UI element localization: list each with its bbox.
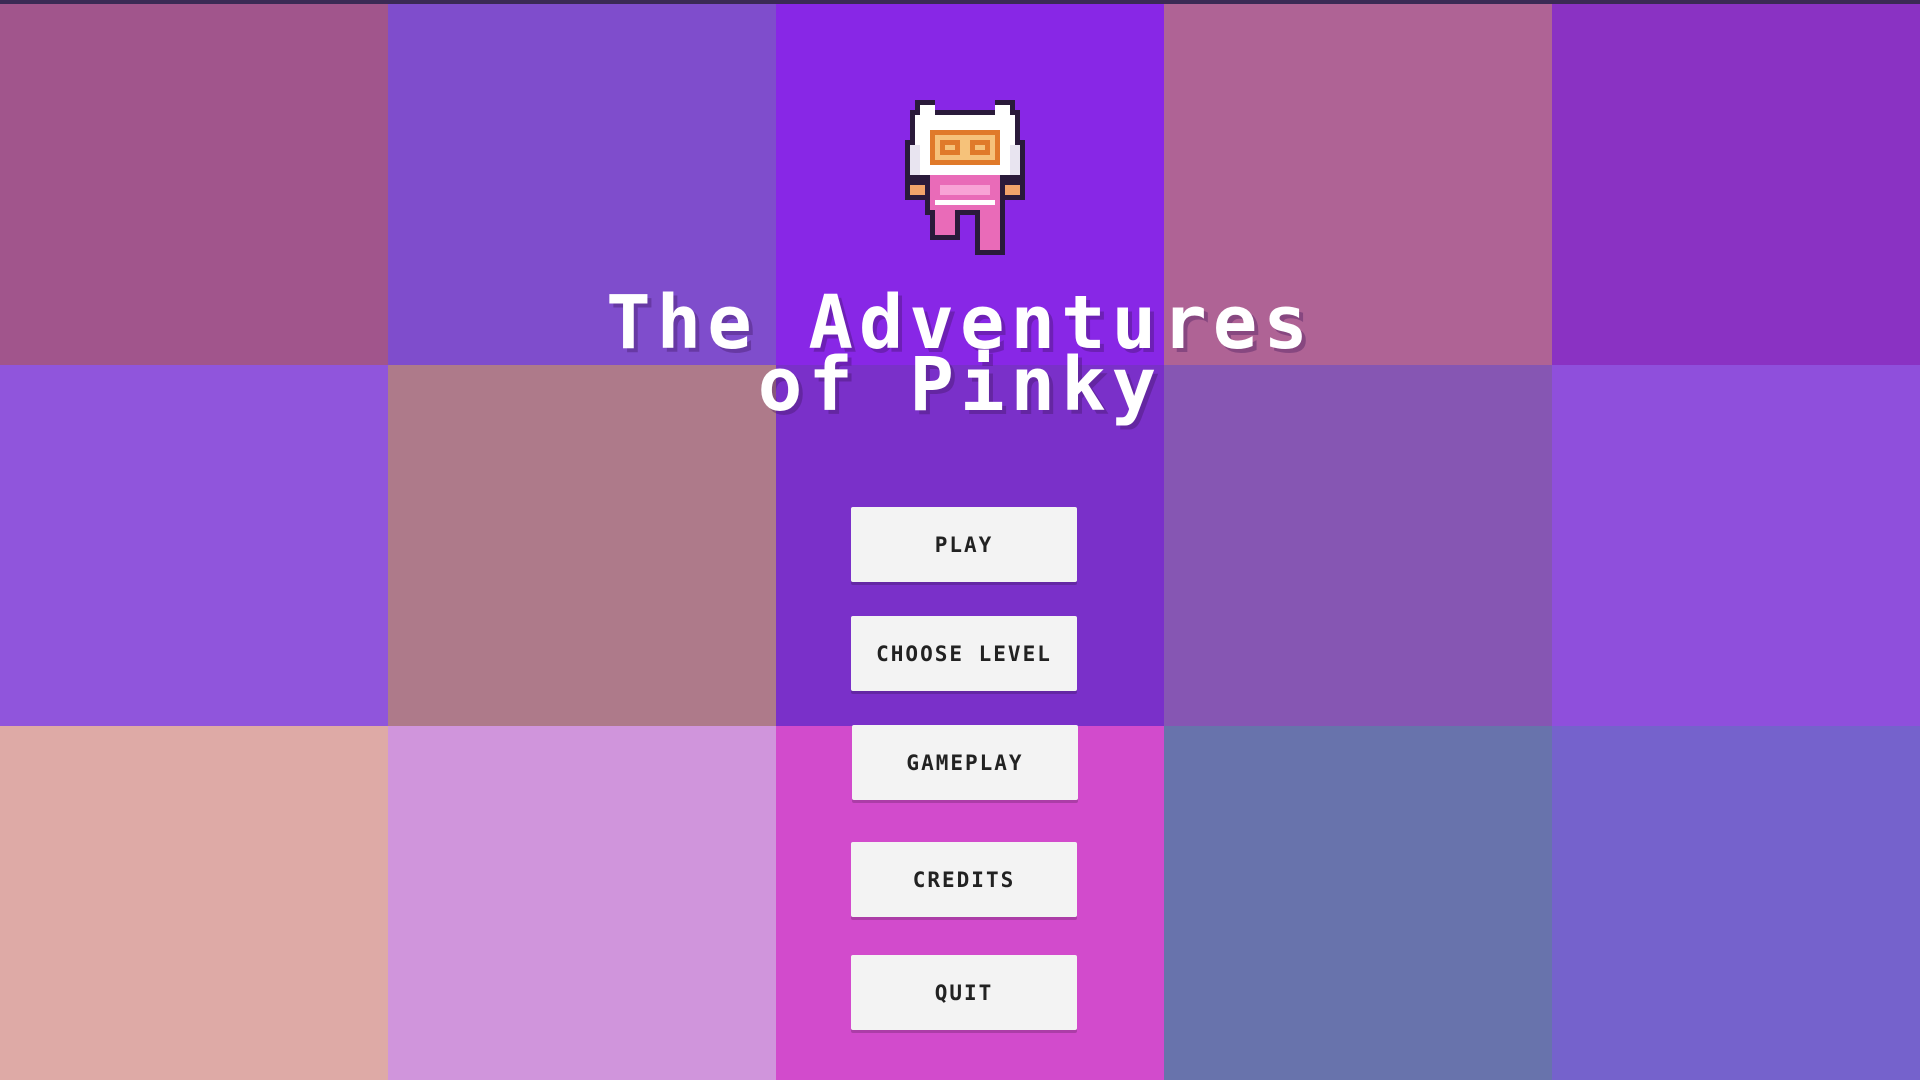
gameplay-button[interactable]: GAMEPLAY — [852, 725, 1078, 800]
quit-button[interactable]: QUIT — [851, 955, 1077, 1030]
pinky-astronaut-icon — [905, 100, 1025, 255]
pinky-character-sprite — [900, 100, 1030, 255]
background-tile — [1552, 726, 1920, 1080]
background-tile — [1164, 365, 1552, 726]
background-tile — [388, 365, 776, 726]
title-screen: The Adventures of Pinky PLAY CHOOSE LEVE… — [0, 0, 1920, 1080]
play-button[interactable]: PLAY — [851, 507, 1077, 582]
background-tile — [1552, 365, 1920, 726]
background-tile — [0, 365, 388, 726]
background-tile — [388, 726, 776, 1080]
background-tile — [1164, 726, 1552, 1080]
background-tile — [0, 726, 388, 1080]
game-title: The Adventures of Pinky — [0, 286, 1920, 428]
game-title-line-2: of Pinky — [757, 342, 1163, 428]
credits-button[interactable]: CREDITS — [851, 842, 1077, 917]
choose-level-button[interactable]: CHOOSE LEVEL — [851, 616, 1077, 691]
